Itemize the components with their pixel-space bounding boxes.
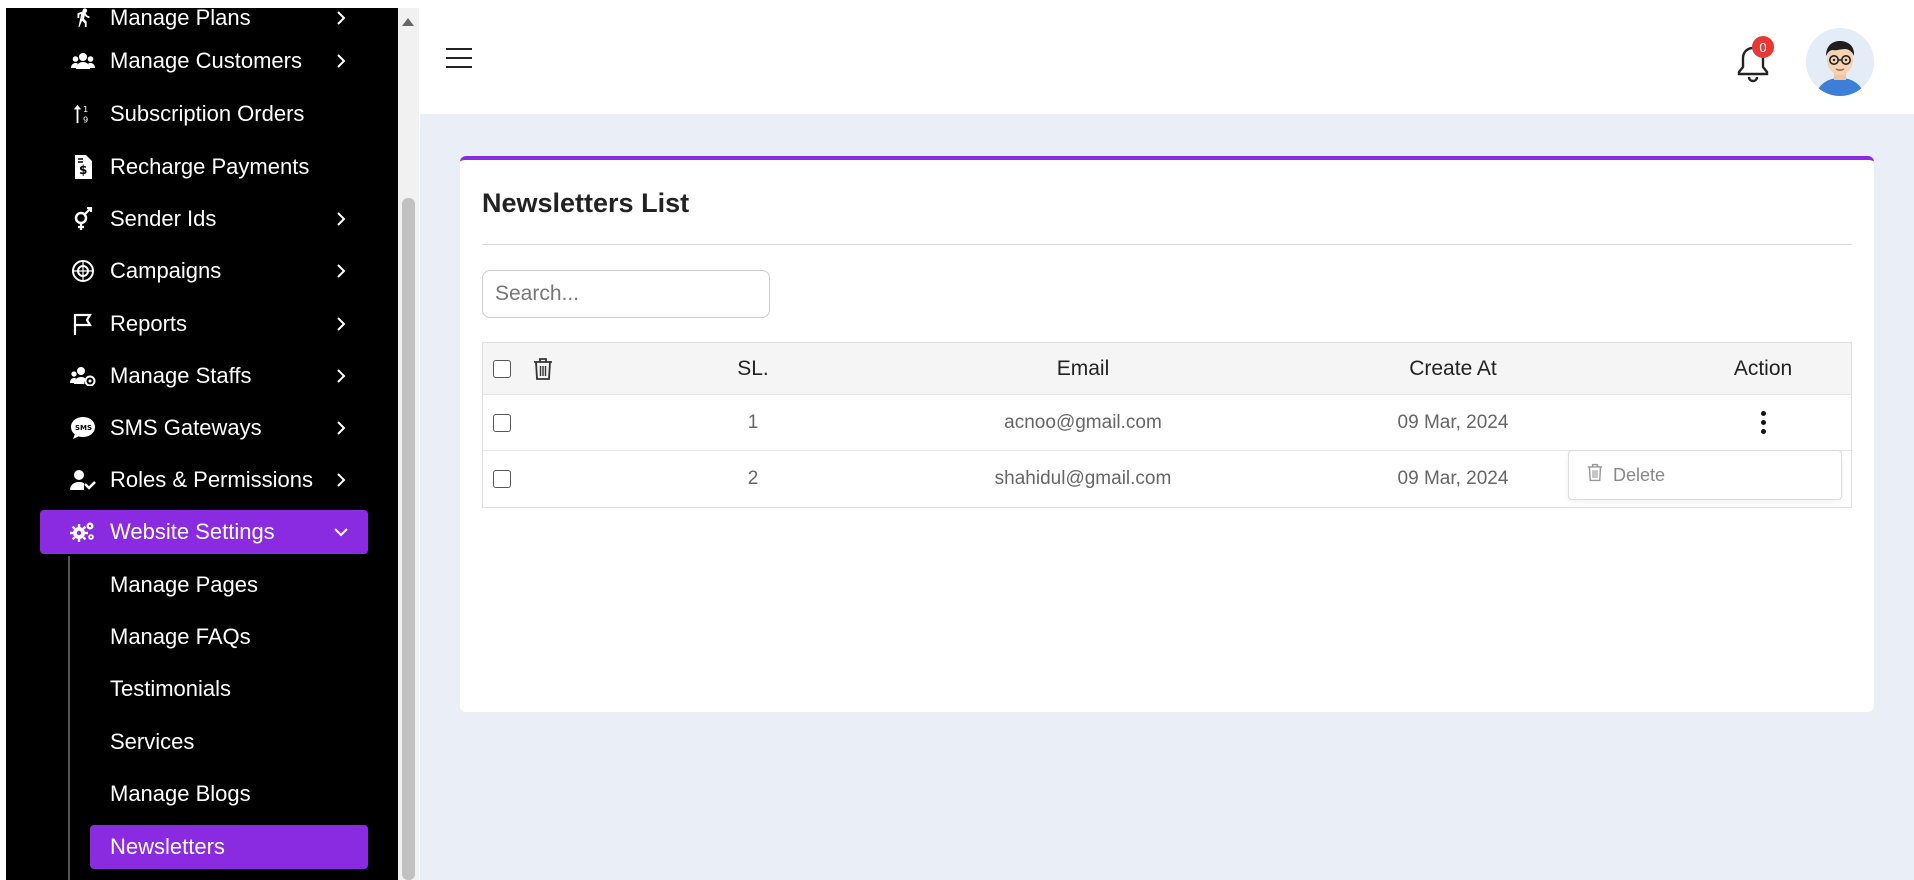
sidebar-item-label: Reports (110, 311, 188, 336)
sidebar-item-label: Campaigns (110, 258, 222, 283)
column-header-email: Email (1056, 356, 1110, 380)
sidebar-subitem-label: Manage Blogs (110, 781, 251, 806)
sidebar-item-label: Recharge Payments (110, 154, 310, 179)
chevron-right-icon (334, 54, 348, 68)
sidebar-item-label: Sender Ids (110, 206, 217, 231)
gears-icon (70, 519, 96, 545)
sidebar-item-label: Website Settings (110, 519, 275, 544)
table-header-row: SL. Email Create At Action (483, 343, 1851, 395)
column-header-create-at: Create At (1409, 356, 1497, 380)
staff-icon (70, 363, 96, 389)
sidebar-subitem-newsletters[interactable]: Newsletters (90, 825, 368, 869)
table-row: 1 acnoo@gmail.com 09 Mar, 2024 (483, 395, 1851, 451)
sidebar-item-sms-gateways[interactable]: SMS SMS Gateways (40, 406, 368, 450)
sidebar-subitem-manage-faqs[interactable]: Manage FAQs (90, 615, 368, 659)
chevron-right-icon (334, 421, 348, 435)
sidebar-subitem-label: Services (110, 729, 195, 754)
sidebar-item-manage-customers[interactable]: Manage Customers (40, 39, 368, 83)
sidebar-item-manage-plans[interactable]: Manage Plans (40, 8, 368, 40)
chevron-right-icon (334, 212, 348, 226)
sidebar-item-label: Manage Staffs (110, 363, 252, 388)
sidebar-subitem-manage-blogs[interactable]: Manage Blogs (90, 772, 368, 816)
sidebar-item-roles-permissions[interactable]: Roles & Permissions (40, 458, 368, 502)
users-icon (70, 48, 96, 74)
row-checkbox[interactable] (493, 451, 511, 507)
column-header-sl: SL. (737, 356, 769, 380)
chevron-right-icon (334, 264, 348, 278)
running-person-icon (70, 8, 96, 31)
sidebar-item-campaigns[interactable]: Campaigns (40, 249, 368, 293)
svg-text:1: 1 (83, 104, 88, 114)
cell-sl: 2 (747, 468, 759, 489)
notification-count-badge: 0 (1752, 36, 1774, 58)
sidebar-item-subscription-orders[interactable]: 19 Subscription Orders (40, 92, 368, 136)
chevron-down-icon (334, 525, 348, 539)
svg-text:$: $ (79, 163, 87, 177)
sidebar-item-recharge-payments[interactable]: $ Recharge Payments (40, 145, 368, 189)
sidebar: Manage Plans Manage Customers 19 Subscri… (6, 8, 398, 880)
scrollbar-thumb[interactable] (402, 198, 415, 880)
row-checkbox[interactable] (493, 395, 511, 450)
user-avatar[interactable] (1806, 28, 1874, 96)
cell-create-at: 09 Mar, 2024 (1397, 468, 1509, 489)
sidebar-subitem-label: Manage Pages (110, 572, 258, 597)
sidebar-subitem-label: Newsletters (110, 834, 225, 859)
scroll-up-arrow-icon[interactable] (402, 18, 414, 26)
campaign-icon (70, 258, 96, 284)
svg-text:SMS: SMS (75, 424, 92, 432)
cell-sl: 1 (747, 411, 759, 433)
sidebar-item-manage-staffs[interactable]: Manage Staffs (40, 354, 368, 398)
newsletters-card: Newsletters List SL. Email Create At Act… (460, 156, 1874, 712)
sidebar-item-label: Subscription Orders (110, 101, 305, 126)
row-action-dropdown: Delete (1568, 450, 1842, 500)
chevron-right-icon (334, 369, 348, 383)
page-title: Newsletters List (482, 188, 690, 218)
sidebar-scrollbar[interactable] (398, 8, 419, 880)
top-header: 0 (420, 8, 1914, 114)
delete-menu-item[interactable]: Delete (1587, 463, 1665, 487)
flag-icon (70, 311, 96, 337)
sort-icon: 19 (70, 101, 96, 127)
sidebar-item-reports[interactable]: Reports (40, 302, 368, 346)
trash-icon (1587, 463, 1603, 487)
bulk-delete-icon[interactable] (533, 343, 553, 394)
delete-label: Delete (1613, 464, 1666, 485)
sms-icon: SMS (70, 415, 96, 441)
column-header-action: Action (1733, 356, 1793, 380)
sidebar-item-label: Roles & Permissions (110, 467, 313, 492)
sidebar-subitem-label: Testimonials (110, 676, 232, 701)
sidebar-subitem-label: Manage FAQs (110, 624, 251, 649)
search-input[interactable] (482, 270, 770, 318)
chevron-right-icon (334, 317, 348, 331)
sidebar-subitem-services[interactable]: Services (90, 720, 368, 764)
select-all-checkbox[interactable] (493, 343, 511, 394)
cell-email: acnoo@gmail.com (1004, 411, 1162, 433)
sidebar-subitem-testimonials[interactable]: Testimonials (90, 667, 368, 711)
sidebar-item-sender-ids[interactable]: Sender Ids (40, 197, 368, 241)
svg-text:9: 9 (83, 114, 88, 124)
submenu-guide-line (68, 556, 70, 880)
sidebar-item-label: Manage Plans (110, 8, 251, 30)
divider (482, 244, 1852, 245)
gender-icon (70, 206, 96, 232)
cell-create-at: 09 Mar, 2024 (1397, 411, 1509, 433)
sidebar-item-label: SMS Gateways (110, 415, 262, 440)
menu-toggle-icon[interactable] (446, 48, 472, 68)
chevron-right-icon (334, 473, 348, 487)
sidebar-subitem-manage-pages[interactable]: Manage Pages (90, 563, 368, 607)
invoice-dollar-icon: $ (70, 154, 96, 180)
sidebar-item-label: Manage Customers (110, 48, 302, 73)
user-key-icon (70, 467, 96, 493)
cell-email: shahidul@gmail.com (994, 468, 1172, 489)
sidebar-item-website-settings[interactable]: Website Settings (40, 510, 368, 554)
row-actions-menu-icon[interactable] (1663, 395, 1863, 450)
chevron-right-icon (334, 11, 348, 25)
